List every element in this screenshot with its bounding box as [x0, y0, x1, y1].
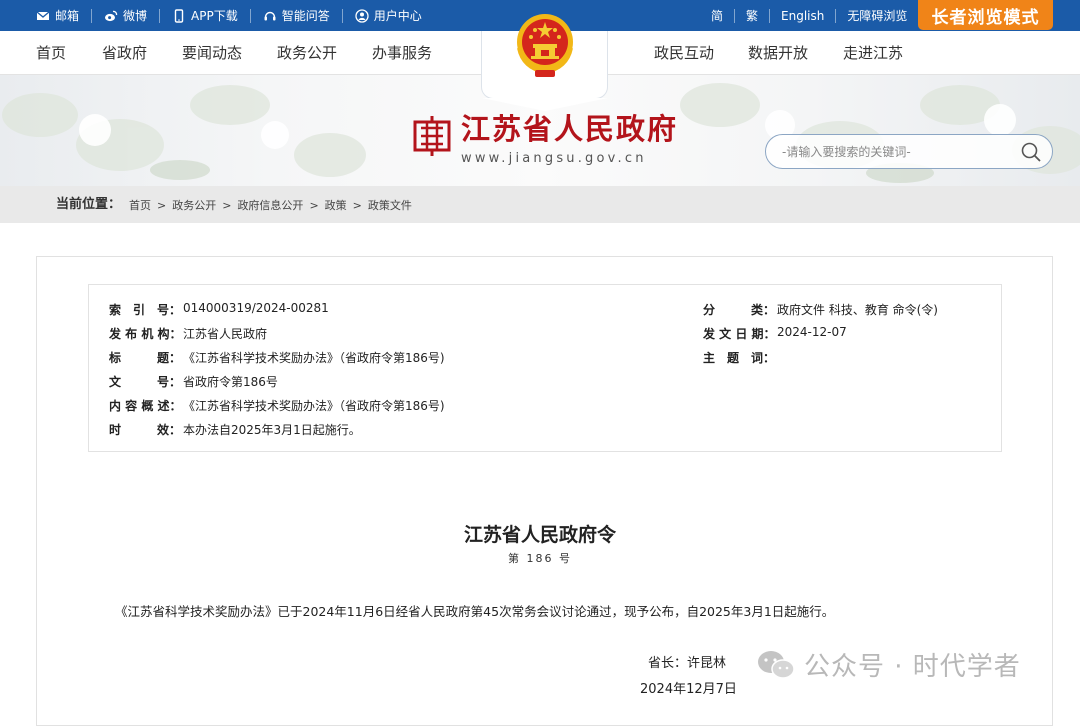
site-title: 江苏省人民政府 [461, 112, 679, 146]
national-emblem-icon[interactable] [513, 10, 577, 80]
nav-services[interactable]: 办事服务 [372, 31, 432, 75]
breadcrumb-separator-icon: > [157, 199, 167, 212]
nav-home[interactable]: 首页 [36, 31, 66, 75]
weibo-icon [105, 10, 118, 21]
user-icon [355, 8, 369, 23]
nav-news[interactable]: 要闻动态 [182, 31, 242, 75]
user-center-label: 用户中心 [373, 9, 422, 23]
user-center-link[interactable]: 用户中心 [343, 8, 434, 23]
weibo-label: 微博 [123, 9, 148, 23]
breadcrumb: 首页 > 政务公开 > 政府信息公开 > 政策 > 政策文件 [129, 186, 412, 225]
meta-index: 索 引 号： 014000319/2024-00281 [109, 301, 329, 317]
document-signer: 省长：许昆林 [648, 656, 727, 671]
nav-about-jiangsu[interactable]: 走进江苏 [843, 31, 903, 75]
meta-subject: 主 题 词： [703, 351, 776, 365]
language-links: 简 繁 English 无障碍浏览 [700, 0, 918, 31]
watermark-text: 公众号 · 时代学者 [804, 652, 1021, 682]
breadcrumb-item-policy-docs[interactable]: 政策文件 [368, 186, 412, 225]
wechat-icon [758, 650, 795, 679]
meta-doc-number: 文 号： 省政府令第186号 [109, 375, 278, 389]
accessibility-link[interactable]: 无障碍浏览 [836, 9, 918, 23]
english-link[interactable]: English [770, 8, 837, 23]
breadcrumb-item-home[interactable]: 首页 [129, 186, 151, 225]
search-box [765, 134, 1053, 169]
breadcrumb-separator-icon: > [309, 199, 319, 212]
breadcrumb-item-info-disclosure[interactable]: 政府信息公开 [237, 186, 303, 225]
wechat-watermark: 公众号 · 时代学者 [756, 646, 1021, 683]
meta-date: 发 文 日 期： 2024-12-07 [703, 325, 847, 341]
breadcrumb-separator-icon: > [222, 199, 232, 212]
weibo-link[interactable]: 微博 [92, 8, 161, 23]
nav-open-data[interactable]: 数据开放 [748, 31, 808, 75]
breadcrumb-label: 当前位置： [56, 197, 122, 212]
document-sign-date: 2024年12月7日 [640, 682, 737, 697]
phone-icon [174, 8, 184, 23]
nav-interaction[interactable]: 政民互动 [654, 31, 714, 75]
document-meta-table: 索 引 号： 014000319/2024-00281 发 布 机 构： 江苏省人民… [88, 284, 1002, 452]
search-input[interactable] [782, 143, 1012, 161]
mail-label: 邮箱 [55, 9, 80, 23]
jiangsu-logo-mark-icon [413, 116, 451, 156]
mail-icon [36, 11, 50, 20]
traditional-chinese-link[interactable]: 繁 [735, 8, 771, 23]
meta-publisher: 发 布 机 构： 江苏省人民政府 [109, 327, 268, 341]
simplified-chinese-link[interactable]: 简 [700, 8, 736, 23]
meta-summary: 内 容 概 述： 《江苏省科学技术奖励办法》（省政府令第186号) [109, 399, 445, 413]
smart-qa-label: 智能问答 [281, 9, 330, 23]
nav-gov-affairs[interactable]: 政务公开 [277, 31, 337, 75]
document-title: 江苏省人民政府令 [463, 524, 616, 546]
breadcrumb-item-gov-affairs[interactable]: 政务公开 [172, 186, 216, 225]
breadcrumb-bar: 当前位置： 首页 > 政务公开 > 政府信息公开 > 政策 > 政策文件 [0, 186, 1080, 223]
document-number: 第 186 号 [508, 552, 572, 565]
emblem-tab [481, 14, 608, 111]
site-logo[interactable]: 江苏省人民政府 www.jiangsu.gov.cn [413, 106, 678, 166]
app-download-label: APP下载 [191, 9, 238, 23]
headset-icon [264, 11, 276, 20]
breadcrumb-separator-icon: > [352, 199, 362, 212]
meta-category: 分 类： 政府文件 科技、教育 命令(令) [703, 303, 938, 317]
mail-link[interactable]: 邮箱 [36, 8, 93, 23]
elder-mode-button[interactable]: 长者浏览模式 [918, 0, 1053, 30]
search-icon[interactable] [1020, 141, 1042, 163]
app-download-link[interactable]: APP下载 [160, 8, 251, 23]
utility-links: 邮箱 微博 APP下载 智能问答 用户中心 [36, 0, 434, 31]
nav-provincial-gov[interactable]: 省政府 [102, 31, 147, 75]
meta-effect: 时 效： 本办法自2025年3月1日起施行。 [109, 423, 361, 437]
smart-qa-link[interactable]: 智能问答 [251, 8, 343, 23]
site-url: www.jiangsu.gov.cn [461, 151, 647, 166]
document-paragraph: 《江苏省科学技术奖励办法》已于2024年11月6日经省人民政府第45次常务会议讨… [115, 604, 835, 619]
meta-title: 标 题： 《江苏省科学技术奖励办法》（省政府令第186号) [109, 351, 445, 365]
breadcrumb-item-policy[interactable]: 政策 [325, 186, 347, 225]
